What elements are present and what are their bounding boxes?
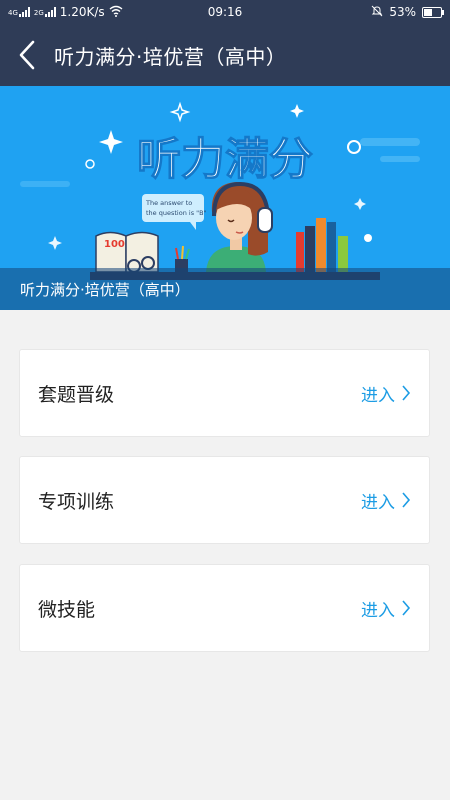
book-score: 100 (104, 239, 125, 250)
network-speed: 1.20K/s (59, 5, 105, 19)
section-card-special[interactable]: 专项训练 进入 (19, 456, 430, 544)
section-card-sets[interactable]: 套题晋级 进入 (19, 349, 430, 437)
status-left: 4G 2G 1.20K/s (8, 0, 123, 24)
battery-icon (422, 6, 444, 18)
section-title: 专项训练 (38, 490, 115, 513)
chevron-right-icon (402, 600, 411, 616)
status-bar: 4G 2G 1.20K/s 09:16 53% (0, 0, 450, 24)
wifi-icon (109, 5, 123, 20)
chevron-right-icon (402, 492, 411, 508)
enter-button[interactable]: 进入 (361, 488, 411, 513)
battery-percent: 53% (389, 5, 416, 19)
enter-label: 进入 (361, 492, 395, 513)
app-header: 听力满分·培优营（高中） (0, 24, 450, 86)
enter-label: 进入 (361, 385, 395, 406)
headphones-icon (257, 207, 273, 233)
signal-icon-2: 2G (34, 7, 56, 17)
status-right: 53% (371, 0, 444, 24)
clock: 09:16 (207, 5, 243, 19)
mute-bell-icon (371, 5, 383, 20)
section-title: 套题晋级 (38, 383, 115, 406)
banner-caption: 听力满分·培优营（高中） (0, 268, 450, 310)
bubble-text-2: the question is "B" (146, 209, 207, 217)
page-title: 听力满分·培优营（高中） (54, 44, 287, 69)
section-card-microskills[interactable]: 微技能 进入 (19, 564, 430, 652)
network-type-2: 2G (33, 9, 44, 17)
banner-headline: 听力满分 (137, 134, 313, 185)
section-title: 微技能 (38, 598, 96, 621)
enter-button[interactable]: 进入 (361, 381, 411, 406)
bubble-text-1: The answer to (145, 199, 192, 207)
chevron-left-icon (19, 40, 35, 70)
enter-label: 进入 (361, 600, 395, 621)
course-banner: 听力满分 The answer to the question is "B" 1… (0, 86, 450, 310)
chevron-right-icon (402, 385, 411, 401)
network-type-1: 4G (8, 9, 18, 17)
enter-button[interactable]: 进入 (361, 596, 411, 621)
back-button[interactable] (0, 24, 54, 86)
signal-icon-1: 4G (8, 7, 30, 17)
